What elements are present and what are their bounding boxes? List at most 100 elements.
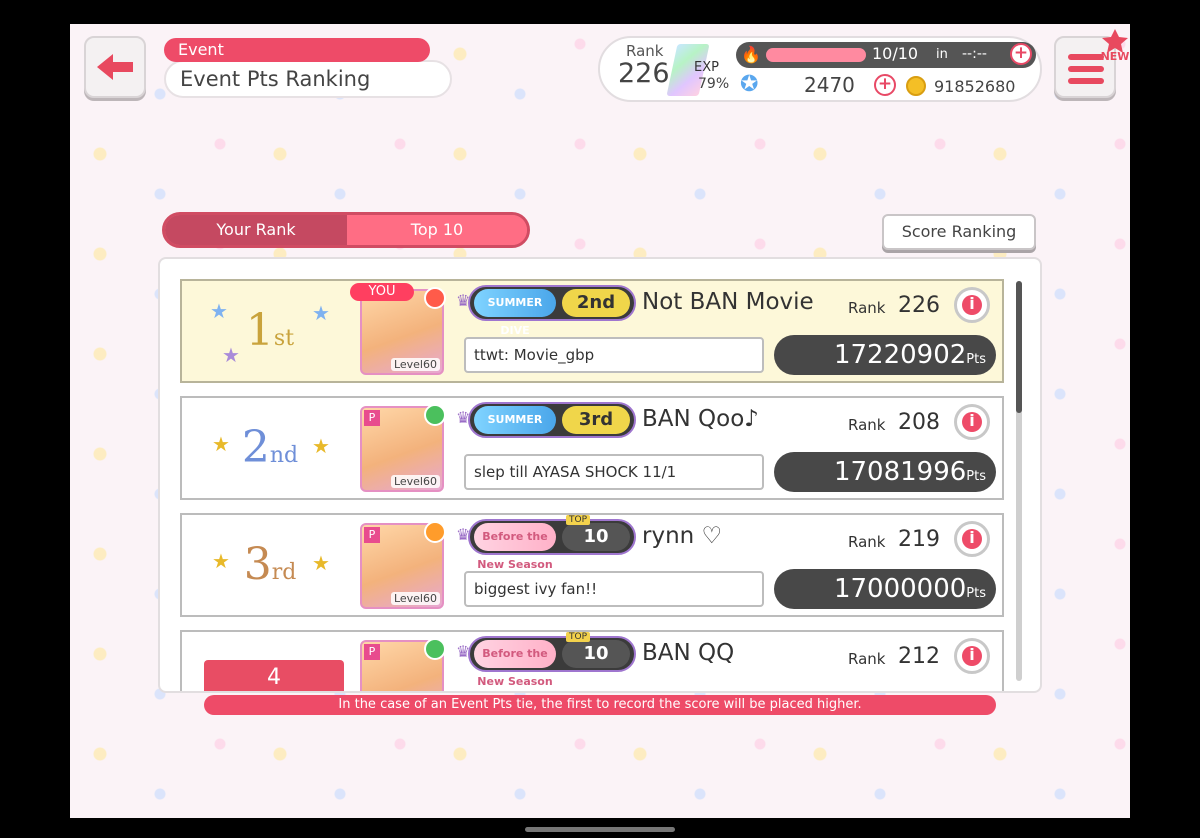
game-screen: Event Pts Ranking Event Rank 226 EXP 79%… [70,24,1130,818]
stamina-value: 10/10 [872,44,919,63]
event-points: 17081996Pts [774,452,996,492]
player-comment: ttwt: Movie_gbp [464,337,764,373]
coin-count: 91852680 [934,77,1016,96]
star-gem-icon: ✪ [740,72,759,97]
event-rank: 3rd [562,406,630,434]
player-rank: 219 [898,527,940,552]
attribute-icon [424,521,446,543]
scrollbar-thumb[interactable] [1016,281,1022,413]
tie-rule-note: In the case of an Event Pts tie, the fir… [204,695,996,715]
tab-top-10[interactable]: Top 10 [347,215,527,245]
card-band-icon: P [364,410,380,426]
star-add-button[interactable]: + [874,74,896,96]
event-logo: Before the New Season [474,640,556,688]
event-logo: Before the New Season [474,523,556,571]
ranking-row[interactable]: 4 P ♛ Before the New Season 10 TOP BAN Q… [180,630,1004,691]
star-icon: ★ [312,434,330,458]
star-icon: ★ [312,301,330,325]
card-level: Level60 [390,358,440,371]
player-comment: slep till AYASA SHOCK 11/1 [464,454,764,490]
member-card[interactable]: Level60 [360,287,446,375]
ranking-row[interactable]: 3rd ★ ★ P Level60 ♛ Before the New Seaso… [180,513,1004,617]
player-name: BAN QQ [642,640,735,666]
card-level: Level60 [390,475,440,488]
place-indicator: 4 [204,660,344,691]
star-icon: ★ [212,549,230,573]
rank-label: Rank [848,650,886,668]
screen-title: Event Pts Ranking Event [164,38,452,100]
event-logo: SUMMER DIVE [474,406,556,454]
you-badge: YOU [350,283,414,301]
member-card[interactable]: P Level60 [360,404,446,492]
ranking-row[interactable]: 1st ★ ★ ★ Level60 YOU ♛ SUMMER DIVE 2nd … [180,279,1004,383]
event-title-badge: Before the New Season 10 TOP [468,515,636,571]
info-icon: i [969,294,975,313]
rank-label: Rank [848,416,886,434]
info-button[interactable]: i [954,287,990,323]
stamina-fill [766,48,866,62]
card-band-icon: P [364,527,380,543]
event-rank: 10 [562,523,630,551]
ranking-list[interactable]: 1st ★ ★ ★ Level60 YOU ♛ SUMMER DIVE 2nd … [158,257,1042,693]
flame-icon: 🔥 [741,45,761,64]
player-status-panel: Rank 226 EXP 79% 🔥 10/10 in --:-- + ✪ 24… [598,36,1042,102]
info-icon: i [969,411,975,430]
event-rank: 2nd [562,289,630,317]
event-title-badge: Before the New Season 10 TOP [468,632,636,688]
player-name: Not BAN Movie [642,289,814,315]
score-ranking-button[interactable]: Score Ranking [882,214,1036,250]
ranking-tabs: Your Rank Top 10 [162,212,530,248]
top-label: TOP [566,515,591,525]
card-band-icon: P [364,644,380,660]
stamina-bar: 🔥 10/10 in --:-- [736,42,1036,68]
stamina-in-label: in [936,47,948,62]
page-category: Event [164,38,430,62]
star-count: 2470 [804,73,855,97]
rank-label: Rank [848,533,886,551]
tab-your-rank[interactable]: Your Rank [165,215,347,245]
event-title-badge: SUMMER DIVE 3rd [468,402,636,454]
star-icon: ★ [210,299,228,323]
player-rank-value: 226 [618,58,670,89]
new-badge: NEW [1098,28,1130,68]
ranking-row[interactable]: 2nd ★ ★ P Level60 ♛ SUMMER DIVE 3rd BAN … [180,396,1004,500]
event-points: 17000000Pts [774,569,996,609]
rank-label: Rank [848,299,886,317]
event-logo: SUMMER DIVE [474,289,556,337]
star-icon: ★ [312,551,330,575]
player-rank: 226 [898,293,940,318]
player-rank: 212 [898,644,940,669]
arrow-left-icon [97,54,133,80]
stamina-timer: --:-- [962,46,987,62]
player-name: BAN Qoo♪ [642,406,759,432]
top-label: TOP [566,632,591,642]
stamina-add-button[interactable]: + [1010,43,1032,65]
home-indicator [525,827,675,832]
player-rank: 208 [898,410,940,435]
event-rank: 10 [562,640,630,668]
star-icon: ★ [212,432,230,456]
player-name: rynn ♡ [642,523,723,549]
card-level: Level60 [390,592,440,605]
info-icon: i [969,528,975,547]
member-card[interactable]: P Level60 [360,521,446,609]
info-button[interactable]: i [954,404,990,440]
event-points: 17220902Pts [774,335,996,375]
page-title: Event Pts Ranking [164,60,452,98]
exp-percent: 79% [698,76,730,92]
back-button[interactable] [84,36,146,98]
coin-icon [906,76,926,96]
new-label: NEW [1100,50,1130,63]
star-icon: ★ [222,343,240,367]
attribute-icon [424,287,446,309]
attribute-icon [424,404,446,426]
exp-label: EXP [694,60,719,75]
event-title-badge: SUMMER DIVE 2nd [468,285,636,337]
attribute-icon [424,638,446,660]
member-card[interactable]: P [360,638,446,691]
info-button[interactable]: i [954,521,990,557]
list-scrollbar[interactable] [1016,281,1022,681]
info-icon: i [969,645,975,664]
player-comment: biggest ivy fan!! [464,571,764,607]
info-button[interactable]: i [954,638,990,674]
